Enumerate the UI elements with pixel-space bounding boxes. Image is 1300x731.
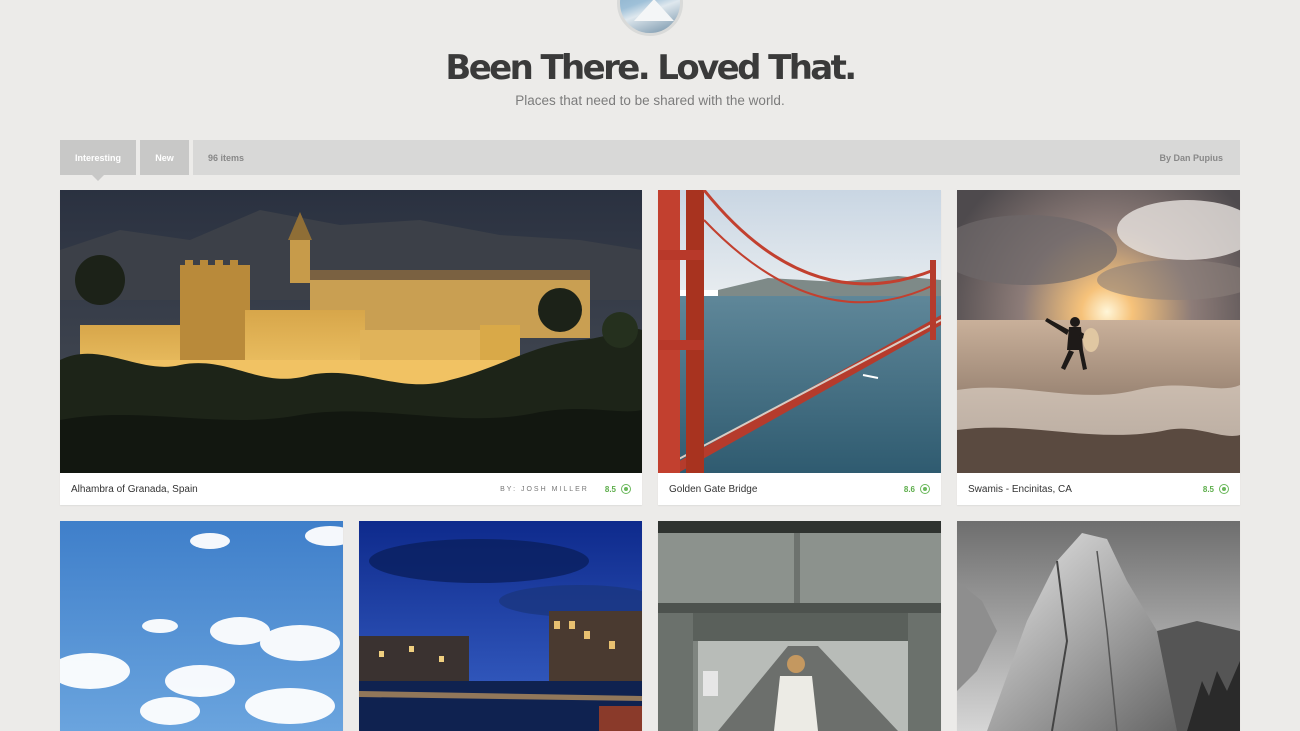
- active-tab-caret: [92, 175, 104, 181]
- photo-image[interactable]: [60, 190, 642, 473]
- photo-image[interactable]: [957, 190, 1240, 473]
- photo-title[interactable]: Golden Gate Bridge: [669, 484, 904, 495]
- photo-score: 8.6: [903, 484, 915, 494]
- photo-card[interactable]: [359, 521, 642, 731]
- photo-author[interactable]: BY: JOSH MILLER: [500, 486, 589, 493]
- info-bar: 96 items By Dan Pupius: [193, 140, 1240, 175]
- tab-label: Interesting: [74, 152, 121, 163]
- photo-image[interactable]: [359, 521, 642, 731]
- tab-interesting[interactable]: Interesting: [60, 140, 136, 181]
- item-count: 96 items: [208, 152, 245, 163]
- photo-caption: Alhambra of Granada, Spain BY: JOSH MILL…: [60, 473, 642, 505]
- photo-title[interactable]: Swamis - Encinitas, CA: [968, 484, 1203, 495]
- author-link[interactable]: By Dan Pupius: [1159, 153, 1223, 163]
- photo-card[interactable]: [957, 521, 1240, 731]
- photo-image[interactable]: [658, 521, 941, 731]
- tab-label: New: [155, 152, 174, 163]
- photo-image[interactable]: [60, 521, 343, 731]
- page-title: Been There. Loved That.: [445, 48, 857, 88]
- photo-card[interactable]: Alhambra of Granada, Spain BY: JOSH MILL…: [60, 190, 642, 505]
- photo-card[interactable]: [658, 521, 941, 731]
- score-target-icon[interactable]: [621, 484, 631, 494]
- photo-card[interactable]: [60, 521, 343, 731]
- photo-caption: Golden Gate Bridge 8.6: [658, 473, 941, 505]
- tab-new[interactable]: New: [140, 140, 189, 175]
- toolbar: Interesting New 96 items By Dan Pupius: [60, 140, 1240, 181]
- photo-image[interactable]: [957, 521, 1240, 731]
- photo-card[interactable]: Swamis - Encinitas, CA 8.5: [957, 190, 1240, 505]
- photo-title[interactable]: Alhambra of Granada, Spain: [71, 484, 500, 495]
- page-tagline: Places that need to be shared with the w…: [515, 93, 785, 108]
- photo-image[interactable]: [658, 190, 941, 473]
- photo-score: 8.5: [604, 484, 616, 494]
- score-target-icon[interactable]: [1219, 484, 1229, 494]
- photo-score: 8.5: [1202, 484, 1214, 494]
- avatar[interactable]: [617, 0, 683, 36]
- photo-card[interactable]: Golden Gate Bridge 8.6: [658, 190, 941, 505]
- score-target-icon[interactable]: [920, 484, 930, 494]
- photo-caption: Swamis - Encinitas, CA 8.5: [957, 473, 1240, 505]
